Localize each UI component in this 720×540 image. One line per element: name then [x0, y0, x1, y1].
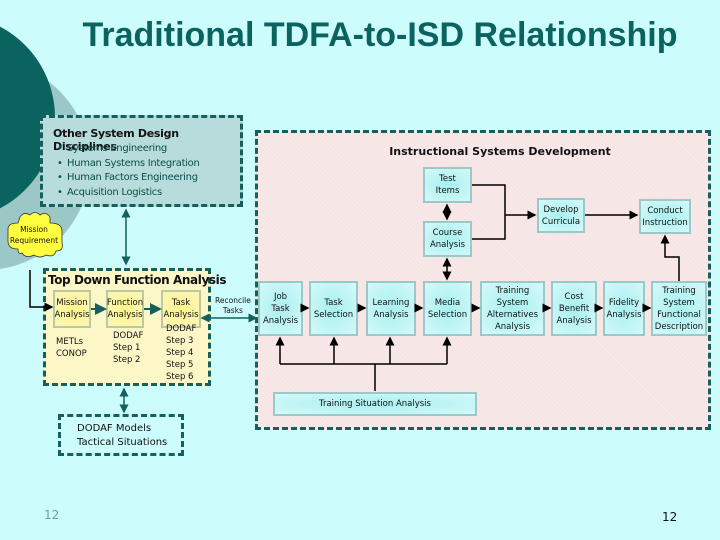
function-analysis-node[interactable]: Function Analysis	[106, 290, 144, 328]
discipline-item: Human Systems Integration	[67, 157, 200, 172]
test-items-node[interactable]: Test Items	[423, 167, 472, 203]
discipline-item: Human Factors Engineering	[67, 171, 200, 186]
cost-benefit-analysis-node[interactable]: Cost Benefit Analysis	[551, 281, 597, 336]
discipline-item: Acquisition Logistics	[67, 186, 200, 201]
page-number-right: 12	[662, 510, 678, 524]
dodaf-models-box: DODAF Models Tactical Situations	[58, 414, 184, 456]
isd-box: Instructional Systems Development	[255, 130, 711, 430]
task-selection-node[interactable]: Task Selection	[309, 281, 358, 336]
other-disciplines-list: Systems Engineering Human Systems Integr…	[67, 142, 200, 201]
learning-analysis-node[interactable]: Learning Analysis	[366, 281, 416, 336]
discipline-item: Systems Engineering	[67, 142, 200, 157]
dodaf-models-text: DODAF Models Tactical Situations	[77, 423, 168, 448]
reconcile-tasks-label: Reconcile Tasks	[215, 296, 251, 315]
conduct-instruction-node[interactable]: Conduct Instruction	[639, 199, 691, 234]
function-analysis-notes: DODAF Step 1 Step 2	[113, 331, 144, 365]
tdfa-header: Top Down Function Analysis	[48, 273, 227, 287]
develop-curricula-node[interactable]: Develop Curricula	[537, 198, 585, 233]
slide-title: Traditional TDFA-to-ISD Relationship	[82, 16, 678, 54]
course-analysis-node[interactable]: Course Analysis	[423, 221, 472, 257]
mission-requirement-label[interactable]: Mission Requirement	[2, 224, 66, 246]
training-situation-analysis-node[interactable]: Training Situation Analysis	[273, 392, 477, 416]
fidelity-analysis-node[interactable]: Fidelity Analysis	[603, 281, 645, 336]
task-analysis-notes: DODAF Step 3 Step 4 Step 5 Step 6	[166, 324, 197, 382]
training-system-functional-description-node[interactable]: Training System Functional Description	[651, 281, 707, 336]
job-task-analysis-node[interactable]: Job Task Analysis	[258, 281, 303, 336]
media-selection-node[interactable]: Media Selection	[423, 281, 472, 336]
training-system-alternatives-node[interactable]: Training System Alternatives Analysis	[480, 281, 545, 336]
other-disciplines-box: Other System Design Disciplines Systems …	[40, 115, 243, 207]
isd-header: Instructional Systems Development	[389, 145, 611, 158]
page-number-left: 12	[44, 508, 60, 522]
mission-analysis-notes: METLs CONOP	[56, 337, 87, 359]
mission-analysis-node[interactable]: Mission Analysis	[53, 290, 91, 328]
